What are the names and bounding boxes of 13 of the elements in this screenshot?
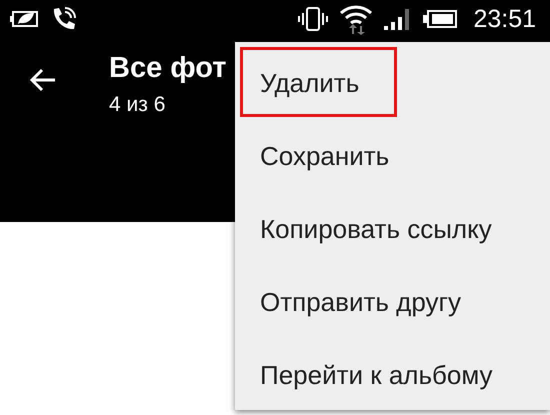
clock-time: 23:51 [473,4,536,34]
menu-item[interactable]: Сохранить [235,133,394,180]
photo-counter: 4 из 6 [109,93,166,117]
battery-saver-icon [10,9,40,29]
wifi-icon [339,3,374,35]
back-arrow-icon[interactable] [29,68,57,92]
menu-item[interactable]: Копировать ссылку [235,206,496,253]
vibrate-icon [297,6,330,32]
menu-item[interactable]: Удалить [235,60,364,107]
album-title: Все фот [109,52,226,85]
menu-item[interactable]: Перейти к альбому [235,352,497,399]
menu-item[interactable]: Отправить другу [235,279,465,326]
battery-icon [423,9,458,29]
